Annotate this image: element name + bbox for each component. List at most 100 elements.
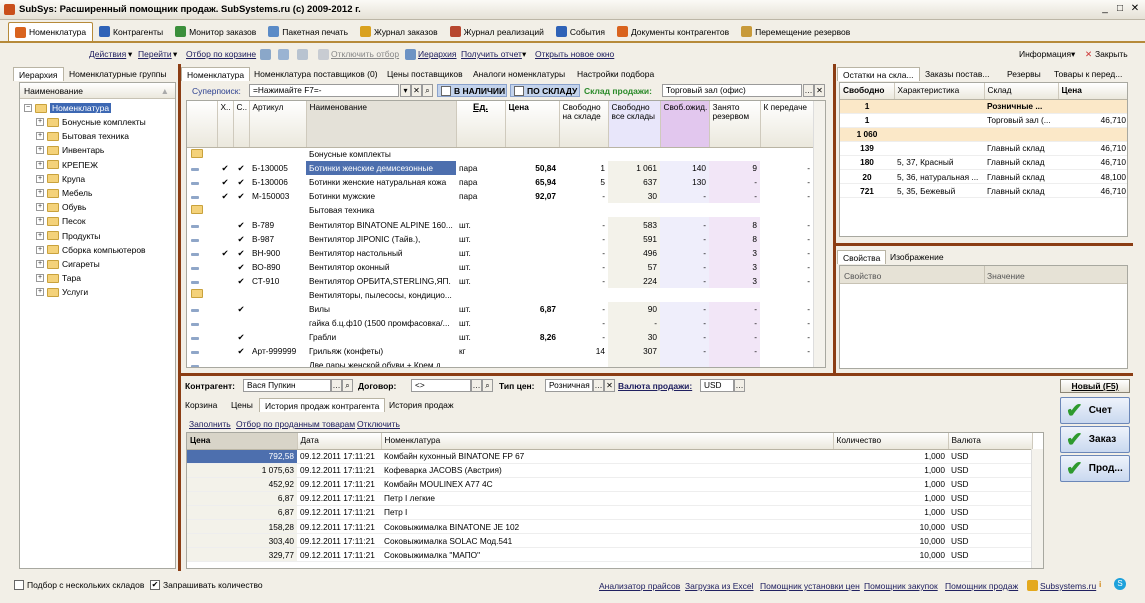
column-header-10[interactable]: К передаче: [760, 101, 814, 148]
right-tab-0[interactable]: Остатки на скла...: [837, 67, 920, 81]
history-column-2[interactable]: Номенклатура: [381, 433, 834, 450]
expand-icon[interactable]: +: [36, 132, 44, 141]
main-tab-8[interactable]: Перемещение резервов: [735, 22, 856, 41]
right-tab-3[interactable]: Товары к перед...: [1049, 67, 1127, 81]
table-row[interactable]: ✔ Арт-999999 Грильяж (конфеты) кг 14 307- - -: [187, 344, 813, 359]
bottom-link-2[interactable]: Отключить: [357, 419, 400, 429]
currency-input[interactable]: USD: [700, 379, 734, 392]
expand-icon[interactable]: +: [36, 146, 44, 155]
history-row[interactable]: 792,58 09.12.2011 17:11:21 Комбайн кухонны…: [187, 449, 1032, 464]
stock-row[interactable]: 20 5, 36, натуральная ... Главный склад 48,…: [840, 169, 1127, 185]
currency-label[interactable]: Валюта продажи:: [618, 381, 692, 391]
table-row[interactable]: ✔ Грабли шт. 8,26-30- - -: [187, 330, 813, 345]
stock-row[interactable]: 1 060: [840, 127, 1127, 142]
expand-icon[interactable]: +: [36, 274, 44, 283]
actions-menu[interactable]: Действия: [89, 49, 126, 59]
status-link-1[interactable]: Загрузка из Excel: [685, 581, 754, 591]
table-row[interactable]: ✔ Вилы шт. 6,87-90- - -: [187, 302, 813, 317]
column-header-6[interactable]: Свободно на складе: [559, 101, 609, 148]
column-header-0[interactable]: Х..: [217, 101, 234, 148]
table-row[interactable]: Бытовая техника: [187, 203, 813, 218]
tree-item[interactable]: + Крупа: [36, 172, 85, 186]
table-row[interactable]: ✔ ВО-890 Вентилятор оконный шт. -57-3-: [187, 259, 813, 274]
history-row[interactable]: 452,92 09.12.2011 17:11:21 Комбайн MOULINE…: [187, 477, 1032, 492]
column-header-9[interactable]: Занято резервом: [709, 101, 761, 148]
close-button[interactable]: Закрыть: [1095, 49, 1128, 59]
filter-settings-icon[interactable]: [297, 49, 308, 60]
contractor-input[interactable]: Вася Пупкин: [243, 379, 331, 392]
stock-row[interactable]: 139 Главный склад 46,710: [840, 141, 1127, 156]
price-type-select-button[interactable]: …: [593, 379, 604, 392]
bottom-tab-1[interactable]: Цены: [226, 398, 258, 412]
bottom-tab-3[interactable]: История продаж: [384, 398, 459, 412]
bottom-link-1[interactable]: Отбор по проданным товарам: [236, 419, 355, 429]
history-column-0[interactable]: Цена: [187, 433, 298, 450]
column-header-1[interactable]: С..: [233, 101, 250, 148]
get-report-menu[interactable]: Получить отчет: [461, 49, 522, 59]
table-row[interactable]: ✔ СТ-910 Вентилятор ОРБИТА,STERLING,ЯП. шт.…: [187, 273, 813, 288]
table-row[interactable]: ✔ ✔ ВН-900 Вентилятор настольный шт. -496-3-: [187, 245, 813, 260]
main-tab-7[interactable]: Документы контрагентов: [611, 22, 735, 41]
expand-icon[interactable]: +: [36, 231, 44, 240]
order-button[interactable]: ✔ Заказ: [1060, 426, 1130, 453]
contract-select-button[interactable]: …: [471, 379, 482, 392]
table-row[interactable]: Две пары женской обуви + Крем д...: [187, 358, 813, 367]
expand-icon[interactable]: +: [36, 160, 44, 169]
contract-input[interactable]: <>: [411, 379, 471, 392]
collapse-icon[interactable]: −: [24, 104, 32, 112]
status-link-4[interactable]: Помощник продаж: [945, 581, 1018, 591]
tree-item[interactable]: + Песок: [36, 214, 86, 228]
tree-column-header[interactable]: Наименование ▲: [20, 83, 175, 99]
contract-search-icon[interactable]: ⌕: [482, 379, 493, 392]
multi-warehouse-checkbox[interactable]: [14, 580, 24, 590]
column-header-2[interactable]: Артикул: [249, 101, 307, 148]
bottom-tab-2[interactable]: История продаж контрагента: [259, 398, 386, 412]
center-tab-1[interactable]: Номенклатура поставщиков (0): [249, 67, 383, 81]
history-row[interactable]: 303,40 09.12.2011 17:11:21 Соковыжималка S…: [187, 533, 1032, 549]
history-row[interactable]: 6,87 09.12.2011 17:11:21 Петр I легкие 1,00…: [187, 491, 1032, 506]
help-icon[interactable]: i: [1099, 579, 1101, 589]
history-column-1[interactable]: Дата: [297, 433, 382, 450]
tree-item[interactable]: + Бонусные комплекты: [36, 115, 146, 129]
expand-icon[interactable]: +: [36, 288, 44, 297]
search-icon[interactable]: ⌕: [422, 84, 433, 97]
search-clear-icon[interactable]: ✕: [411, 84, 422, 97]
stock-row[interactable]: 1 Торговый зал (... 46,710: [840, 113, 1127, 128]
in-stock-checkbox[interactable]: [441, 85, 451, 96]
main-tab-5[interactable]: Журнал реализаций: [444, 22, 550, 41]
history-scrollbar[interactable]: [1031, 449, 1043, 568]
column-header-3[interactable]: Наименование: [306, 101, 457, 148]
history-row[interactable]: 158,28 09.12.2011 17:11:21 Соковыжималка B…: [187, 519, 1032, 535]
table-icon[interactable]: [260, 49, 271, 60]
close-window-button[interactable]: ✕: [1128, 3, 1142, 16]
history-row[interactable]: 329,77 09.12.2011 17:11:21 Соковыжималка "…: [187, 547, 1032, 563]
expand-icon[interactable]: +: [36, 118, 44, 126]
tab-hierarchy[interactable]: Иерархия: [13, 67, 64, 81]
subsystems-link[interactable]: Subsystems.ru: [1040, 581, 1096, 591]
sale-button[interactable]: ✔ Прод...: [1060, 455, 1130, 482]
center-tab-4[interactable]: Настройки подбора: [572, 67, 659, 81]
tree-item[interactable]: + Услуги: [36, 285, 88, 299]
right-tab-2[interactable]: Резервы: [1002, 67, 1046, 81]
table-row[interactable]: ✔ ✔ М-150003 Ботинки мужские пара 92,07-30- - -: [187, 189, 813, 204]
status-link-2[interactable]: Помощник установки цен: [760, 581, 860, 591]
tab-nomenclature-groups[interactable]: Номенклатурные группы: [64, 67, 172, 81]
column-header-7[interactable]: Свободно все склады: [608, 101, 661, 148]
expand-icon[interactable]: +: [36, 217, 44, 226]
status-link-0[interactable]: Анализатор прайсов: [599, 581, 680, 591]
tree-item[interactable]: + Обувь: [36, 200, 87, 214]
price-type-input[interactable]: Розничная: [545, 379, 593, 392]
warehouse-select-button[interactable]: …: [803, 84, 814, 97]
table-row[interactable]: Бонусные комплекты: [187, 147, 813, 162]
tree-item[interactable]: + Сигареты: [36, 257, 100, 271]
history-row[interactable]: 1 075,63 09.12.2011 17:11:21 Кофеварка JAC…: [187, 463, 1032, 478]
invoice-button[interactable]: ✔ Счет: [1060, 397, 1130, 424]
tree-item[interactable]: + КРЕПЕЖ: [36, 158, 98, 172]
table-row[interactable]: ✔ ✔ Б-130005 Ботинки женские демисезонные па…: [187, 161, 813, 176]
column-header-5[interactable]: Цена: [505, 101, 560, 148]
info-menu[interactable]: Информация: [1019, 49, 1071, 59]
bottom-tab-0[interactable]: Корзина: [180, 398, 222, 412]
right-splitter[interactable]: [836, 243, 1133, 246]
filter-by-cart-link[interactable]: Отбор по корзине: [186, 49, 256, 59]
tab-image[interactable]: Изображение: [885, 250, 949, 264]
